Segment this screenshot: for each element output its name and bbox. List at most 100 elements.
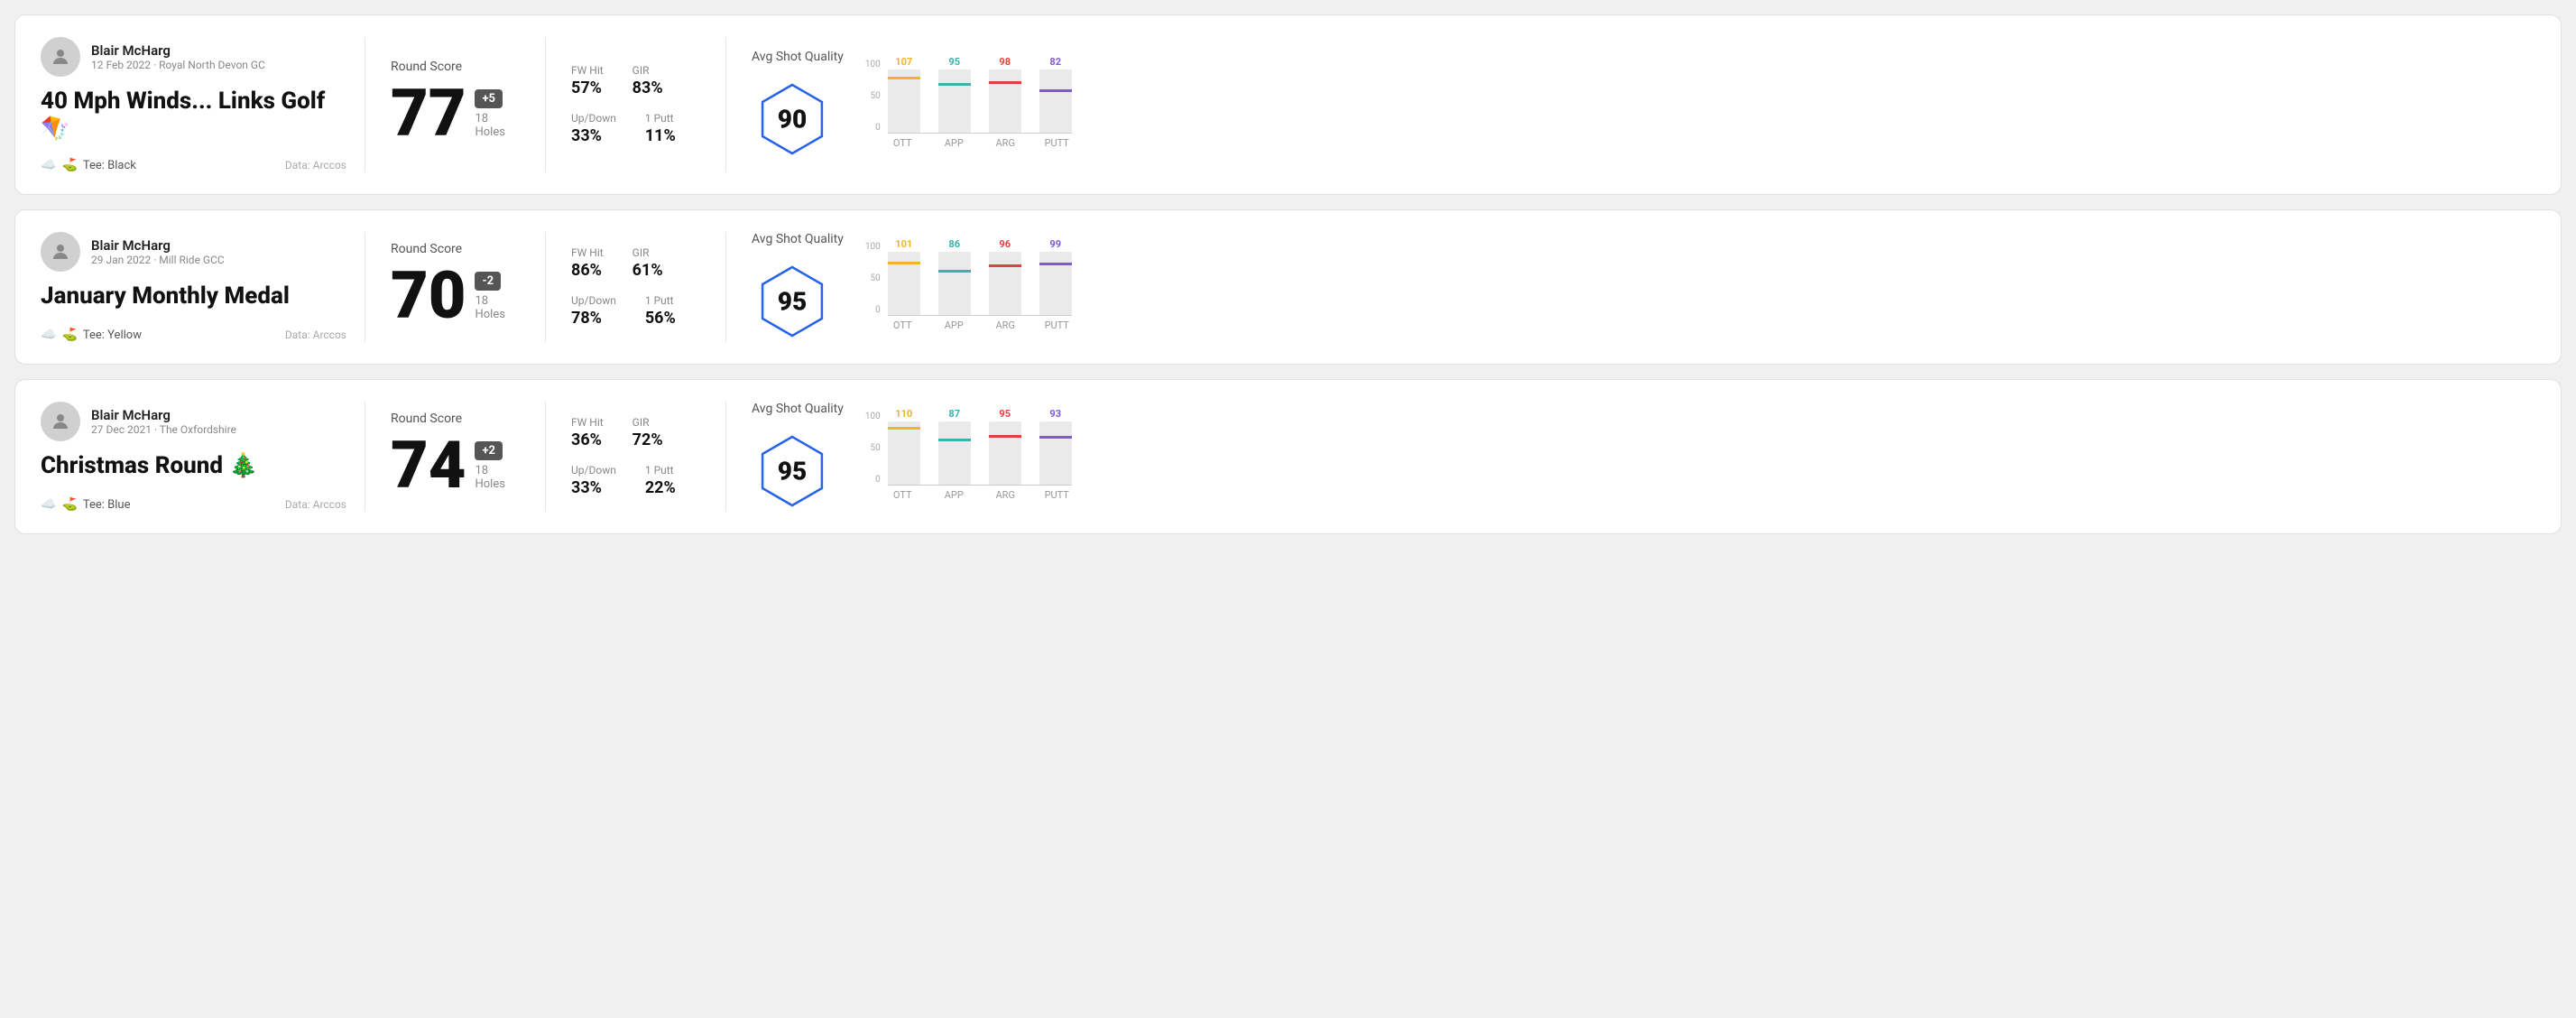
card-footer: ☁️ ⛳ Tee: Yellow Data: Arccos [41,328,346,342]
round-score-label: Round Score [391,60,520,74]
tee-label: Tee: Black [83,159,136,172]
bar-background [989,421,1021,485]
chart-bar-group: 99 [1039,238,1072,315]
tee-label: Tee: Blue [83,498,131,512]
fw-hit-stat: FW Hit 86% [571,246,604,280]
round-score-label: Round Score [391,412,520,426]
score-display: 74 +2 18 Holes [391,433,520,498]
updown-stat: Up/Down 33% [571,464,616,497]
y-label-0: 0 [875,476,881,485]
stats-row-bottom: Up/Down 78% 1 Putt 56% [571,294,700,328]
round-score-section: Round Score 70 -2 18 Holes [365,232,546,342]
hexagon-score: 95 [778,287,807,317]
chart-bar-group: 96 [989,238,1021,315]
quality-left: Avg Shot Quality 90 [752,50,844,160]
bar-chart: 100 50 0 107 95 98 [865,60,1072,149]
bar-x-label: OTT [888,489,918,501]
chart-bar-group: 110 [888,408,920,485]
card-left: Blair McHarg 27 Dec 2021 · The Oxfordshi… [41,402,365,512]
chart-area: 101 86 96 99 [888,243,1072,331]
score-modifier-badge: +2 [475,441,503,460]
gir-value: 61% [632,261,663,280]
person-icon [50,46,71,68]
player-name: Blair McHarg [91,407,236,423]
bar-x-label: APP [939,137,969,149]
gir-value: 83% [632,79,663,97]
updown-label: Up/Down [571,464,616,477]
card-left: Blair McHarg 12 Feb 2022 · Royal North D… [41,37,365,172]
hexagon-container: 90 [752,79,833,160]
round-card: Blair McHarg 12 Feb 2022 · Royal North D… [14,14,2562,195]
avatar [41,37,80,77]
bar-chart: 100 50 0 110 87 95 [865,412,1072,501]
weather-icon: ☁️ [41,497,56,512]
y-axis: 100 50 0 [865,60,884,133]
gir-value: 72% [632,430,663,449]
bar-x-label: PUTT [1042,319,1072,331]
gir-stat: GIR 72% [632,416,663,449]
bar-value-label: 96 [999,238,1011,250]
gir-label: GIR [632,246,663,259]
card-footer: ☁️ ⛳ Tee: Black Data: Arccos [41,158,346,172]
y-label-100: 100 [865,60,881,69]
score-modifier-badge: +5 [475,89,503,108]
stats-row-top: FW Hit 36% GIR 72% [571,416,700,449]
gir-label: GIR [632,64,663,77]
player-header: Blair McHarg 12 Feb 2022 · Royal North D… [41,37,346,77]
tee-info: ☁️ ⛳ Tee: Yellow [41,328,142,342]
chart-bar-group: 95 [938,56,971,133]
one-putt-stat: 1 Putt 56% [645,294,676,328]
shot-quality-section: Avg Shot Quality 90 100 50 0 107 [726,37,2535,172]
score-number: 70 [391,264,466,329]
one-putt-label: 1 Putt [645,112,676,125]
chart-bar-group: 87 [938,408,971,485]
bar-value-label: 95 [999,408,1011,420]
y-label-100: 100 [865,412,881,421]
round-score-section: Round Score 74 +2 18 Holes [365,402,546,512]
chart-bar-group: 82 [1039,56,1072,133]
hexagon-score: 90 [778,105,807,134]
fw-hit-value: 86% [571,261,604,280]
quality-left: Avg Shot Quality 95 [752,232,844,342]
score-number: 77 [391,81,466,146]
y-label-50: 50 [870,92,880,101]
bar-background [938,69,971,133]
y-label-0: 0 [875,306,881,315]
bar-chart: 100 50 0 101 86 96 [865,243,1072,331]
fw-hit-value: 57% [571,79,604,97]
fw-hit-label: FW Hit [571,246,604,259]
fw-hit-label: FW Hit [571,416,604,429]
quality-left: Avg Shot Quality 95 [752,402,844,512]
score-display: 70 -2 18 Holes [391,264,520,329]
golf-icon: ⛳ [61,328,77,342]
player-name: Blair McHarg [91,42,265,59]
data-source: Data: Arccos [285,498,346,511]
bar-value-label: 110 [895,408,912,420]
bar-accent-line [888,427,920,430]
player-info: Blair McHarg 27 Dec 2021 · The Oxfordshi… [91,407,236,436]
person-icon [50,411,71,432]
updown-label: Up/Down [571,294,616,307]
one-putt-stat: 1 Putt 11% [645,112,676,145]
gir-label: GIR [632,416,663,429]
tee-label: Tee: Yellow [83,329,142,342]
weather-icon: ☁️ [41,328,56,342]
chart-bar-group: 86 [938,238,971,315]
chart-bar-group: 98 [989,56,1021,133]
stats-section: FW Hit 36% GIR 72% Up/Down 33% 1 Putt [546,402,726,512]
player-info: Blair McHarg 12 Feb 2022 · Royal North D… [91,42,265,71]
bar-x-label: ARG [991,489,1020,501]
bar-accent-line [989,264,1021,267]
score-number: 74 [391,433,466,498]
y-label-0: 0 [875,124,881,133]
data-source: Data: Arccos [285,329,346,341]
round-title: Christmas Round 🎄 [41,452,346,480]
bar-background [888,421,920,485]
bar-value-label: 107 [895,56,912,68]
round-card: Blair McHarg 27 Dec 2021 · The Oxfordshi… [14,379,2562,534]
one-putt-value: 22% [645,478,676,497]
chart-bar-group: 101 [888,238,920,315]
fw-hit-label: FW Hit [571,64,604,77]
chart-area: 110 87 95 93 [888,412,1072,501]
y-axis: 100 50 0 [865,412,884,485]
